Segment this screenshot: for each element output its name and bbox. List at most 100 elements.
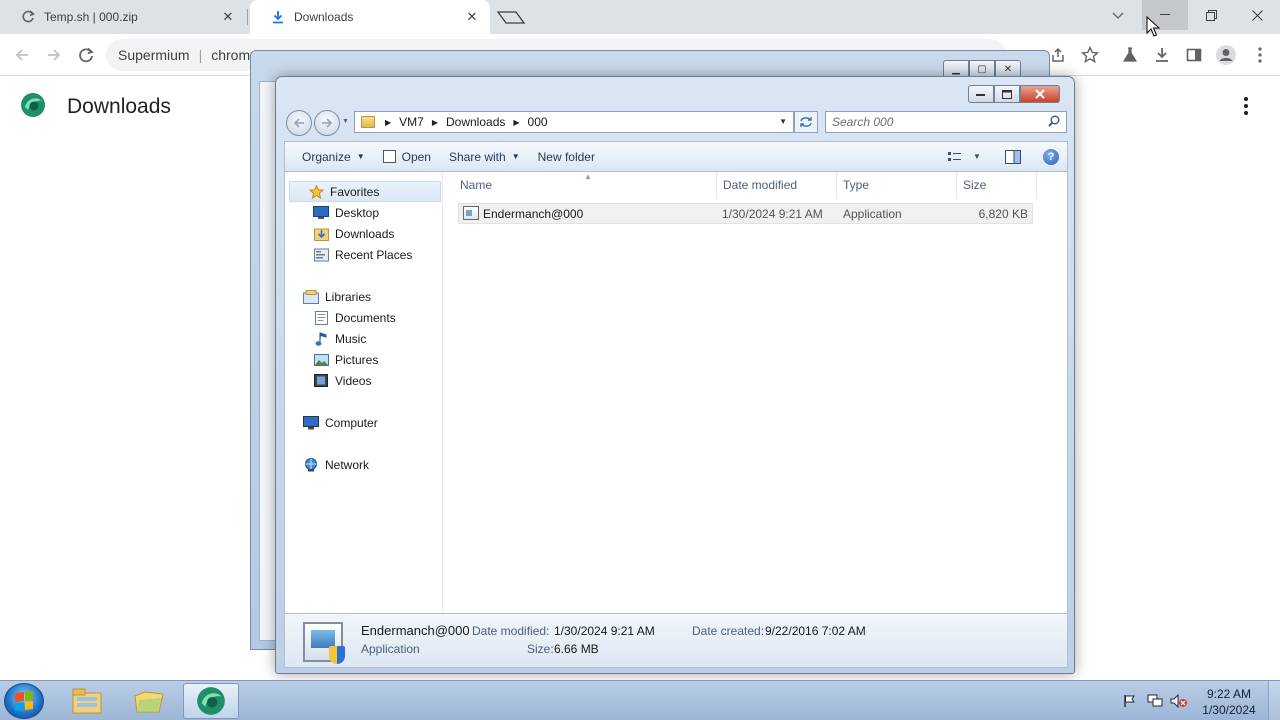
column-header-type-label: Type: [843, 178, 870, 192]
nav-libraries-label: Libraries: [325, 289, 372, 304]
details-pane: Endermanch@000 Application Date modified…: [284, 614, 1068, 668]
tab-title: Downloads: [294, 10, 354, 24]
search-placeholder: Search 000: [832, 115, 894, 129]
tab-temp-sh[interactable]: Temp.sh | 000.zip ✕: [0, 0, 246, 34]
column-header-name-label: Name: [460, 178, 493, 192]
nav-videos[interactable]: Videos: [285, 370, 443, 391]
desktop-icon: [313, 206, 329, 220]
bookmark-star-icon[interactable]: [1078, 43, 1102, 67]
file-size: 6,820 KB: [978, 207, 1028, 221]
column-header-name[interactable]: Name: [444, 172, 717, 198]
taskbar-file-explorer[interactable]: [59, 683, 115, 719]
help-icon[interactable]: ?: [1043, 148, 1059, 165]
view-options-chevron-icon[interactable]: ▼: [969, 150, 985, 164]
supermium-logo-icon: [20, 92, 46, 118]
show-desktop-button[interactable]: [1268, 681, 1280, 720]
taskbar-folder-app[interactable]: [121, 683, 177, 719]
details-file-name: Endermanch@000: [361, 623, 470, 638]
table-row[interactable]: Endermanch@000 1/30/2024 9:21 AM Applica…: [458, 203, 1033, 224]
minimize-button[interactable]: [968, 85, 994, 103]
tab-separator: [247, 9, 248, 25]
url-separator: |: [198, 47, 203, 63]
restore-button[interactable]: [1188, 0, 1234, 30]
side-panel-icon[interactable]: [1182, 43, 1206, 67]
preview-pane-icon[interactable]: [1005, 149, 1021, 164]
back-arrow-icon[interactable]: [286, 110, 312, 136]
computer-icon: [303, 415, 319, 430]
nav-music-label: Music: [335, 331, 367, 346]
chevron-right-icon[interactable]: ▶: [385, 118, 391, 127]
search-icon[interactable]: [1048, 115, 1060, 130]
recent-pages-chevron-icon[interactable]: ▼: [342, 118, 349, 125]
column-header-size-label: Size: [963, 178, 987, 192]
details-date-modified: 1/30/2024 9:21 AM: [554, 624, 655, 638]
nav-desktop[interactable]: Desktop: [285, 202, 443, 223]
tab-search-chevron-icon[interactable]: [1108, 6, 1128, 26]
open-button[interactable]: Open: [374, 145, 440, 169]
breadcrumb-000[interactable]: 000: [528, 115, 548, 129]
breadcrumb-vm7[interactable]: VM7: [399, 115, 424, 129]
nav-libraries[interactable]: Libraries: [285, 286, 443, 307]
taskbar-supermium[interactable]: [183, 683, 239, 719]
navigation-pane: Favorites Desktop Downloads Recent Place…: [285, 172, 443, 613]
more-actions-icon[interactable]: [1238, 95, 1254, 117]
pictures-icon: [313, 353, 329, 367]
nav-pictures[interactable]: Pictures: [285, 349, 443, 370]
menu-kebab-icon[interactable]: [1248, 43, 1272, 67]
browser-tab-strip: Temp.sh | 000.zip ✕ Downloads ✕: [0, 0, 1280, 34]
new-tab-button[interactable]: [496, 8, 526, 26]
file-date-modified: 1/30/2024 9:21 AM: [722, 207, 823, 221]
nav-music[interactable]: Music: [285, 328, 443, 349]
file-list-pane: Name ▲ Date modified Type Size Endermanc…: [444, 172, 1067, 613]
share-with-button[interactable]: Share with ▼: [440, 145, 529, 169]
column-header-type[interactable]: Type: [837, 172, 957, 198]
network-status-icon[interactable]: [1144, 681, 1166, 720]
address-dropdown-chevron-icon[interactable]: ▼: [779, 117, 787, 126]
supermium-logo-icon: [197, 687, 225, 715]
forward-arrow-icon[interactable]: [314, 110, 340, 136]
nav-downloads[interactable]: Downloads: [285, 223, 443, 244]
nav-recent-places[interactable]: Recent Places: [285, 244, 443, 265]
details-date-created: 9/22/2016 7:02 AM: [765, 624, 866, 638]
extensions-flask-icon[interactable]: [1118, 43, 1142, 67]
refresh-icon[interactable]: [794, 111, 818, 133]
action-center-flag-icon[interactable]: [1120, 681, 1140, 720]
breadcrumb-downloads[interactable]: Downloads: [446, 115, 505, 129]
downloads-icon[interactable]: [1150, 43, 1174, 67]
forward-arrow-icon[interactable]: [41, 42, 67, 68]
nav-videos-label: Videos: [335, 373, 372, 388]
profile-avatar-icon[interactable]: [1214, 43, 1238, 67]
nav-favorites[interactable]: Favorites: [289, 181, 441, 202]
close-icon[interactable]: ✕: [464, 9, 480, 25]
nav-network[interactable]: Network: [285, 454, 443, 475]
column-header-size[interactable]: Size: [957, 172, 1037, 198]
maximize-button[interactable]: [994, 85, 1020, 103]
explorer-address-bar[interactable]: ▶ VM7 ▶ Downloads ▶ 000 ▼: [354, 111, 794, 133]
explorer-body: Favorites Desktop Downloads Recent Place…: [284, 171, 1068, 614]
chevron-right-icon[interactable]: ▶: [513, 118, 519, 127]
search-input[interactable]: Search 000: [825, 111, 1067, 133]
reload-icon[interactable]: [73, 42, 99, 68]
start-button[interactable]: [4, 683, 44, 719]
command-bar: Organize ▼ Open Share with ▼ New folder …: [284, 141, 1068, 171]
windows-logo-icon: [15, 691, 33, 711]
details-size-label: Size:: [527, 642, 554, 656]
column-header-date-modified[interactable]: Date modified: [717, 172, 837, 198]
volume-muted-icon[interactable]: [1168, 681, 1190, 720]
new-folder-button[interactable]: New folder: [529, 145, 604, 169]
nav-computer[interactable]: Computer: [285, 412, 443, 433]
change-view-icon[interactable]: [947, 150, 963, 164]
close-button[interactable]: [1020, 85, 1060, 103]
chevron-right-icon[interactable]: ▶: [432, 118, 438, 127]
taskbar-clock[interactable]: 9:22 AM 1/30/2024: [1196, 686, 1262, 718]
close-icon[interactable]: ✕: [220, 9, 236, 25]
back-arrow-icon[interactable]: [9, 42, 35, 68]
nav-downloads-label: Downloads: [335, 226, 395, 241]
details-date-modified-label: Date modified:: [472, 624, 550, 638]
nav-documents[interactable]: Documents: [285, 307, 443, 328]
close-window-button[interactable]: [1234, 0, 1280, 30]
nav-desktop-label: Desktop: [335, 205, 380, 220]
tab-downloads[interactable]: Downloads ✕: [250, 0, 490, 34]
organize-button[interactable]: Organize ▼: [293, 145, 374, 169]
details-date-created-label: Date created:: [692, 624, 765, 638]
